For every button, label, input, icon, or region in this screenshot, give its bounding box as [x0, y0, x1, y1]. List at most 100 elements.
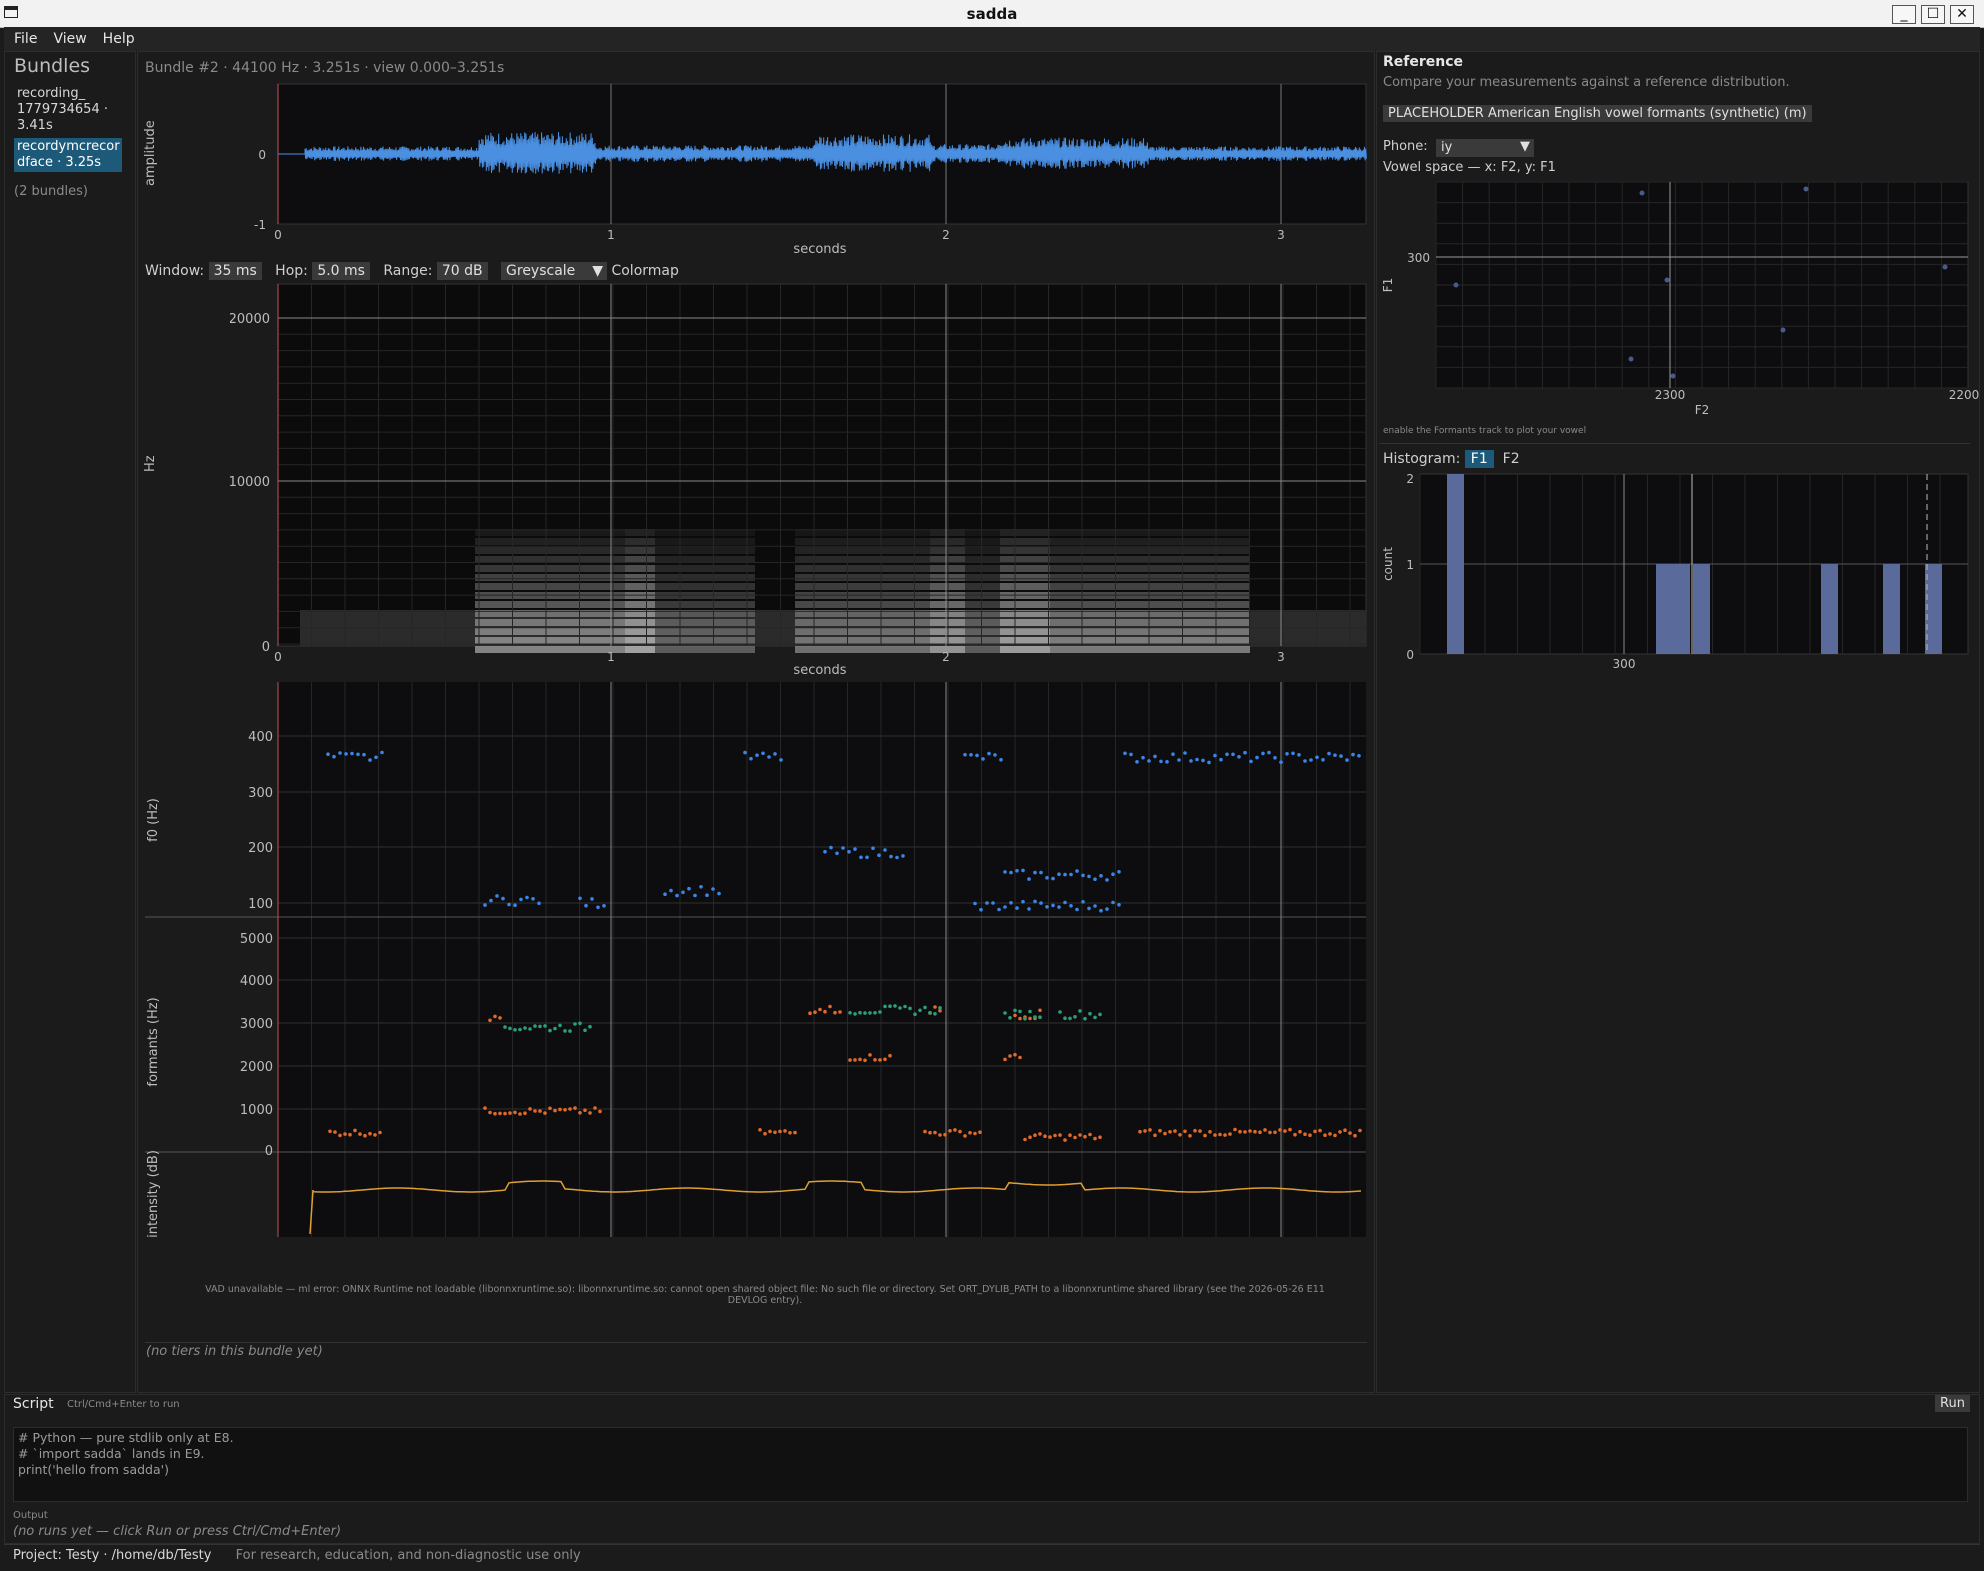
f0-point: [1267, 750, 1271, 755]
bundle-item-2-selected[interactable]: recordymcrecor dface · 3.25s: [14, 138, 122, 172]
phone-select[interactable]: iy ▼: [1436, 139, 1534, 157]
histogram-bar: [1883, 564, 1900, 654]
formant-f2-point: [1088, 1011, 1092, 1016]
code-line-2: # `import sadda` lands in E9.: [18, 1446, 205, 1461]
f0-point: [1249, 759, 1253, 764]
formant-f2-point: [563, 1029, 567, 1033]
formant-f1-point: [1358, 1128, 1362, 1133]
histogram-label: Histogram:: [1383, 451, 1461, 467]
formant-f1-point: [1183, 1129, 1187, 1134]
f0-point: [889, 854, 893, 859]
f0-point: [1051, 876, 1055, 881]
spec-energy-band: [625, 601, 755, 608]
f0-point: [1003, 870, 1007, 874]
spec-energy-band: [625, 628, 755, 635]
f0-point: [1315, 755, 1319, 760]
formant-f1-point: [533, 1109, 537, 1113]
bundle-item-1[interactable]: recording_ 1779734654 · 3.41s: [17, 86, 127, 134]
formant-f1-point: [1233, 1127, 1237, 1132]
vowel-xtick-2200: 2200: [1949, 388, 1980, 402]
formant-f1-point: [1248, 1129, 1252, 1133]
vowel-point: [1942, 264, 1948, 270]
spec-ytick-20000: 20000: [230, 312, 270, 327]
formant-f1-point: [1028, 1135, 1032, 1139]
formant-f1-point: [488, 1110, 492, 1115]
formant-f1-point: [923, 1129, 927, 1134]
formant-f1-point: [963, 1134, 967, 1138]
formant-f1-point: [1068, 1133, 1072, 1137]
f0-point: [525, 895, 529, 900]
f0-point: [1063, 900, 1067, 905]
formant-f1-point: [358, 1132, 362, 1136]
window-input[interactable]: 35 ms: [208, 262, 262, 280]
hop-input[interactable]: 5.0 ms: [312, 262, 370, 280]
run-button[interactable]: Run: [1935, 1395, 1970, 1412]
script-editor[interactable]: # Python — pure stdlib only at E8. # `im…: [13, 1427, 1968, 1502]
spectrogram-plot[interactable]: 20000 10000 0 0 1 2 3 seconds: [230, 282, 1370, 682]
formant-f1-point: [1053, 1133, 1057, 1138]
formant-f1-point: [773, 1130, 777, 1135]
f0-point: [537, 901, 541, 906]
f0-point: [1291, 751, 1295, 756]
formant-f2-point: [878, 1010, 882, 1014]
script-tab[interactable]: Script: [13, 1396, 54, 1412]
formant-f2-point: [893, 1004, 897, 1008]
formant-f2-point: [913, 1012, 917, 1016]
tab-f2[interactable]: F2: [1503, 451, 1520, 467]
spec-xlabel: seconds: [793, 663, 846, 678]
vowel-space-label: Vowel space — x: F2, y: F1: [1383, 160, 1556, 175]
range-input[interactable]: 70 dB: [436, 262, 488, 280]
hist-ytick-1: 1: [1406, 558, 1414, 572]
reference-dataset-select[interactable]: PLACEHOLDER American English vowel forma…: [1383, 105, 1812, 122]
f0-point: [991, 901, 995, 905]
formant-f2-point: [1003, 1011, 1007, 1015]
menu-help[interactable]: Help: [103, 31, 135, 47]
spec-energy-band: [1000, 556, 1250, 563]
formant-f1-point: [933, 1130, 937, 1135]
divider: [145, 1342, 1367, 1343]
f0-point: [326, 752, 330, 756]
f0-point: [987, 751, 991, 756]
formant-f2-point: [863, 1011, 867, 1015]
formant-f1-point: [1003, 1057, 1007, 1062]
maximize-button[interactable]: ☐: [1921, 5, 1945, 24]
vowel-space-plot[interactable]: 300 2300 2200 F2 F1: [1380, 178, 1980, 428]
f0-point: [356, 752, 360, 757]
formant-f1-point: [1203, 1133, 1207, 1138]
f0-point: [1099, 874, 1103, 878]
formant-f1-point: [778, 1129, 782, 1134]
formant-f1-point: [1008, 1054, 1012, 1058]
formant-ytick-1000: 1000: [240, 1103, 273, 1118]
window-title: sadda: [966, 5, 1018, 23]
close-button[interactable]: ✕: [1950, 5, 1974, 24]
menu-view[interactable]: View: [53, 31, 86, 47]
formant-f1-point: [768, 1129, 772, 1134]
f0-point: [883, 848, 887, 852]
f0-point: [495, 894, 499, 898]
f0-point: [993, 753, 997, 757]
f0-point: [1117, 870, 1121, 874]
minimize-button[interactable]: _: [1892, 5, 1916, 24]
waveform-plot[interactable]: 0 -1 0 1 2 3 seconds: [230, 80, 1370, 260]
spec-xtick-0: 0: [274, 650, 282, 664]
formant-ytick-5000: 5000: [240, 932, 273, 947]
f0-point: [847, 850, 851, 854]
f0-point: [1321, 758, 1325, 762]
formant-f1-point: [548, 1106, 552, 1111]
f0-point: [1027, 877, 1031, 881]
formant-f1-point: [1258, 1130, 1262, 1134]
wave-xtick-1: 1: [607, 228, 615, 242]
formant-f1-point: [583, 1108, 587, 1112]
formant-f2-point: [853, 1012, 857, 1016]
f0-point: [513, 903, 517, 907]
tab-f1[interactable]: F1: [1464, 450, 1494, 468]
formant-f1-point: [493, 1014, 497, 1019]
formant-f1-point: [373, 1133, 377, 1137]
tracks-panel[interactable]: 400 300 200 100 5000 4000 3000 2000 1000…: [145, 682, 1370, 1242]
f0-point: [979, 907, 983, 912]
code-line-1: # Python — pure stdlib only at E8.: [18, 1430, 234, 1445]
colormap-select[interactable]: Greyscale ▼: [501, 262, 608, 280]
histogram-plot[interactable]: 2 1 0 300 count: [1380, 468, 1980, 678]
menu-file[interactable]: File: [14, 31, 37, 47]
formant-f1-point: [563, 1108, 567, 1112]
